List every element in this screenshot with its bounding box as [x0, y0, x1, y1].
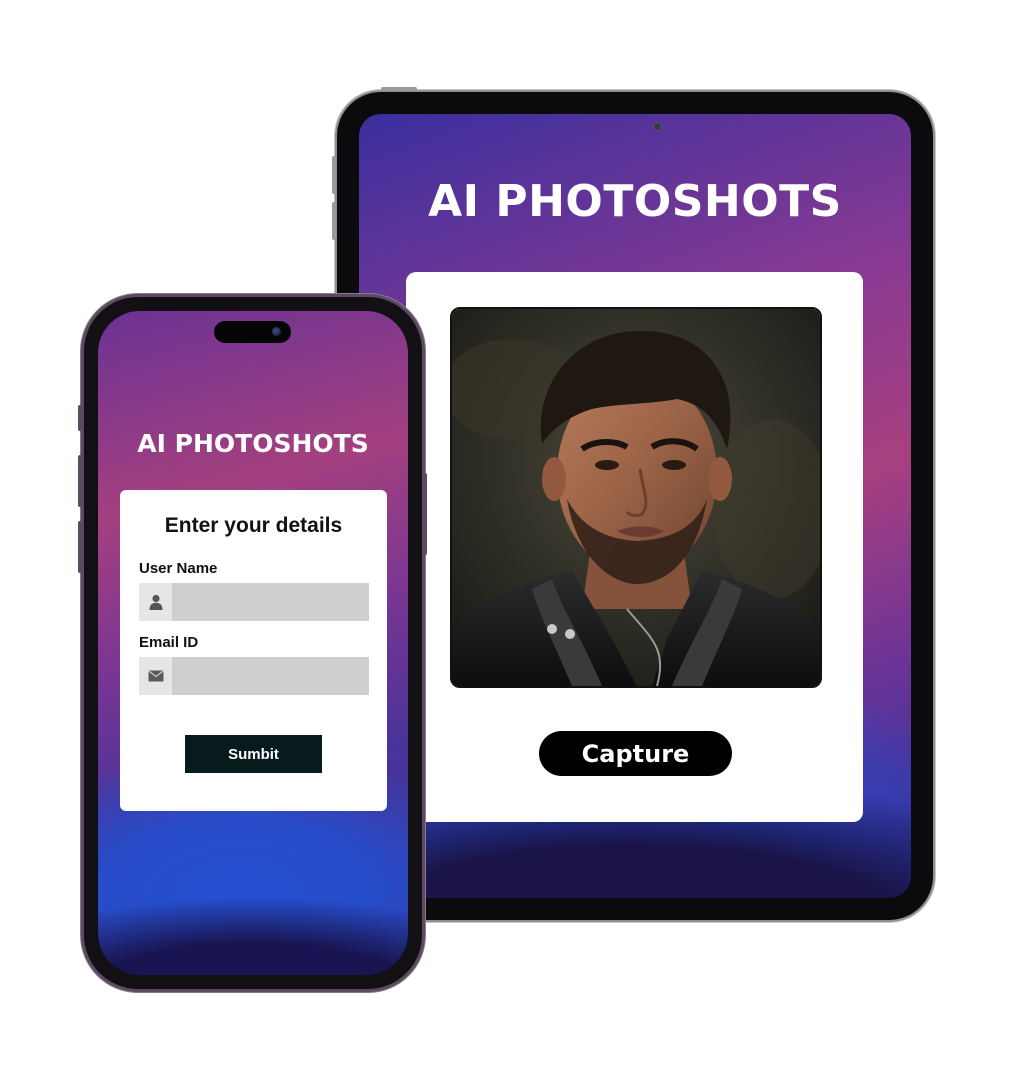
- phone-screen: AI PHOTOSHOTS Enter your details User Na…: [98, 311, 408, 975]
- capture-card: Capture: [406, 272, 863, 822]
- phone-action-button: [78, 405, 82, 431]
- email-label: Email ID: [139, 634, 199, 651]
- camera-icon: [654, 123, 661, 130]
- phone-device: AI PHOTOSHOTS Enter your details User Na…: [78, 297, 427, 989]
- tablet-volume-button: [332, 156, 336, 194]
- tablet-top-button: [381, 87, 417, 91]
- camera-preview: [450, 307, 822, 688]
- username-field-group: [139, 583, 369, 621]
- submit-button[interactable]: Sumbit: [185, 735, 322, 773]
- phone-power-button: [423, 473, 427, 555]
- tablet-screen: AI PHOTOSHOTS Capture: [359, 114, 911, 898]
- tablet-volume-button: [332, 202, 336, 240]
- page-title: AI PHOTOSHOTS: [137, 429, 369, 458]
- capture-button[interactable]: Capture: [539, 731, 732, 776]
- envelope-icon: [139, 657, 172, 695]
- form-heading: Enter your details: [164, 514, 343, 537]
- page-title: AI PHOTOSHOTS: [428, 176, 842, 227]
- portrait-photo: [452, 309, 820, 686]
- camera-icon: [272, 327, 281, 336]
- username-input[interactable]: [172, 583, 369, 621]
- phone-volume-down-button: [78, 521, 82, 573]
- details-form: Enter your details User Name Email ID Su…: [120, 490, 387, 811]
- dynamic-island: [214, 321, 291, 343]
- username-label: User Name: [139, 560, 218, 577]
- email-field-group: [139, 657, 369, 695]
- user-icon: [139, 583, 172, 621]
- email-input[interactable]: [172, 657, 369, 695]
- phone-volume-up-button: [78, 455, 82, 507]
